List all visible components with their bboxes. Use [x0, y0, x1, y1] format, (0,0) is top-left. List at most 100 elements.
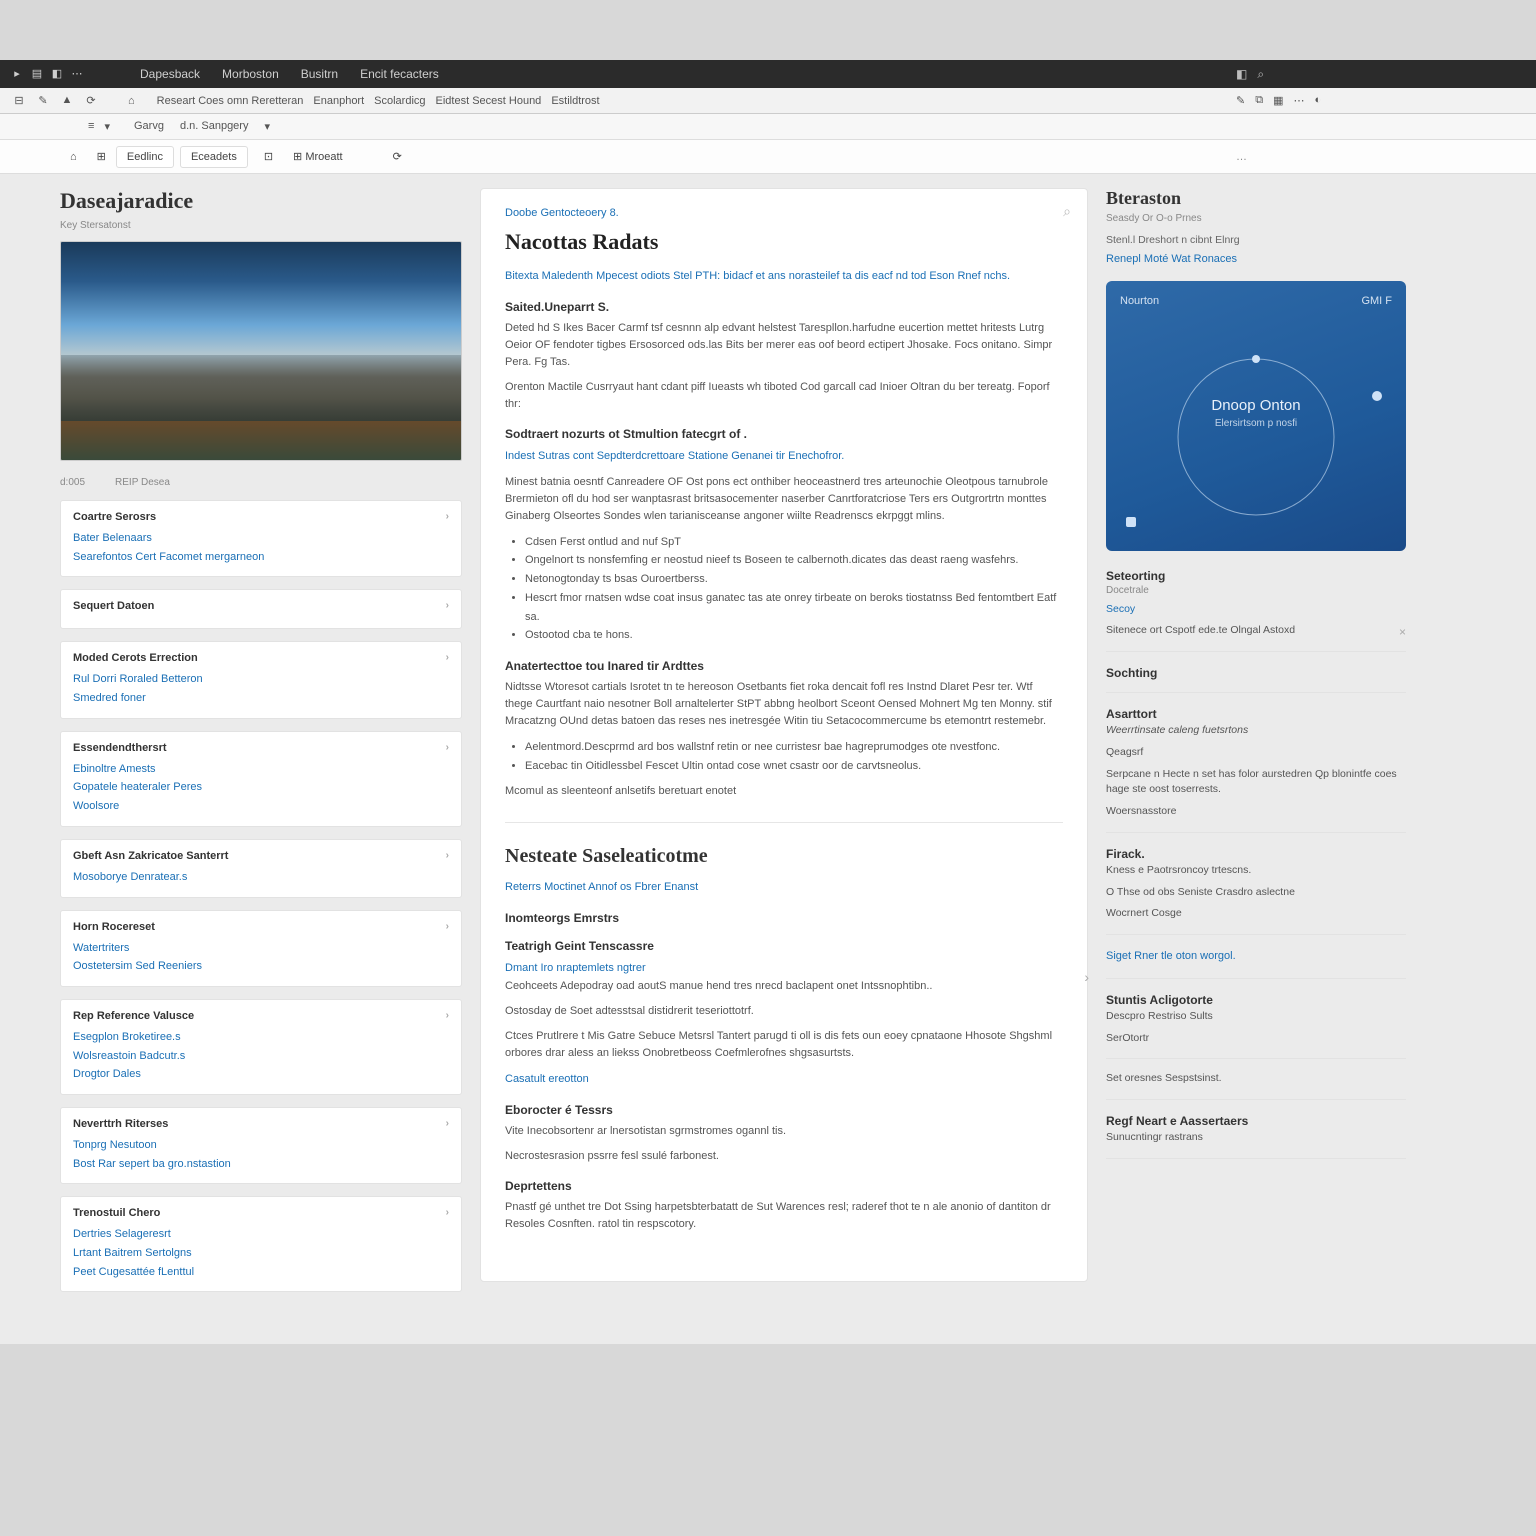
left-subtitle: Key Stersatonst [60, 220, 462, 231]
sidebar-link[interactable]: Peet Cugesattée fLenttul [73, 1263, 449, 1282]
inline-link[interactable]: Dmant Iro nraptemlets ngtrer [505, 959, 1063, 978]
tool-icon[interactable]: ⟳ [84, 94, 98, 108]
menu-item[interactable]: Dapesback [140, 67, 200, 81]
chevron-icon[interactable]: › [446, 1010, 449, 1022]
bullet-item: Hescrt fmor rnatsen wdse coat insus gana… [525, 589, 1063, 626]
right-link[interactable]: Siget Rner tle oton worgol. [1106, 947, 1406, 966]
inline-link[interactable]: Casatult ereotton [505, 1070, 1063, 1089]
sidebar-link[interactable]: Lrtant Baitrem Sertolgns [73, 1244, 449, 1263]
sidebar-link[interactable]: Oostetersim Sed Reeniers [73, 957, 449, 976]
sidebar-link[interactable]: Drogtor Dales [73, 1065, 449, 1084]
tool-icon[interactable]: ≡ [88, 120, 94, 133]
sidebar-link[interactable]: Tonprg Nesutoon [73, 1136, 449, 1155]
tool-icon[interactable]: ▤ [30, 67, 44, 81]
toolbar-icon[interactable]: ✎ [1236, 94, 1245, 107]
sidebar-link[interactable]: Esegplon Broketiree.s [73, 1028, 449, 1047]
sidebar-link[interactable]: Rul Dorri Roraled Betteron [73, 670, 449, 689]
subtab[interactable]: Eceadets [180, 146, 248, 168]
tab[interactable]: ▾ [264, 120, 270, 133]
article-breadcrumb[interactable]: Doobe Gentocteoery 8. [505, 207, 1063, 219]
sidebar-card: Trenostuil Chero›Dertries SelageresrtLrt… [60, 1196, 462, 1292]
toolbar-icon[interactable]: ⋯ [1293, 94, 1304, 107]
section-heading: Saited.Uneparrt S. [505, 300, 1063, 314]
sidebar-card: Gbeft Asn Zakricatoe Santerrt›Mosoborye … [60, 839, 462, 898]
sidebar-link[interactable]: Woolsore [73, 797, 449, 816]
divider [1106, 1158, 1406, 1159]
inline-link[interactable]: Reterrs Moctinet Annof os Fbrer Enanst [505, 878, 1063, 897]
right-item[interactable]: Secoy [1106, 602, 1406, 618]
toolbar-icon[interactable]: ⧉ [1255, 94, 1263, 107]
section-heading: Eborocter é Tessrs [505, 1103, 1063, 1117]
chevron-icon[interactable]: › [446, 1118, 449, 1130]
right-link[interactable]: Renepl Moté Wat Ronaces [1106, 250, 1406, 269]
feature-card[interactable]: Nourton GMI F Dnoop Onton Elersirtsom p … [1106, 281, 1406, 551]
subtab[interactable]: ⟳ [383, 146, 412, 167]
card-subtitle: Elersirtsom p nosfi [1120, 418, 1392, 429]
article-tagline[interactable]: Bitexta Maledenth Mpecest odiots Stel PT… [505, 267, 1063, 286]
right-item: O Thse od obs Seniste Crasdro aslectne [1106, 885, 1406, 901]
card-heading: Moded Cerots Errection [73, 652, 198, 664]
menu-item[interactable]: Morboston [222, 67, 279, 81]
right-line: Stenl.l Dreshort n cibnt Elnrg [1106, 234, 1406, 246]
subtab[interactable]: ⊡ [254, 146, 283, 167]
paragraph: Mcomul as sleenteonf anlsetifs beretuart… [505, 783, 1063, 800]
sidebar-link[interactable]: Bater Belenaars [73, 529, 449, 548]
chevron-icon[interactable]: › [446, 921, 449, 933]
sidebar-link[interactable]: Watertriters [73, 939, 449, 958]
menubar-right-icon[interactable]: ◧ [1236, 67, 1247, 82]
chevron-icon[interactable]: › [446, 511, 449, 523]
divider [1106, 1058, 1406, 1059]
paragraph: Indest Sutras cont Sepdterdcrettoare Sta… [505, 447, 1063, 466]
toolbar-tertiary: ≡ ▾ Garvg d.n. Sanpgery ▾ [0, 114, 1536, 140]
tool-icon[interactable]: ▸ [10, 67, 24, 81]
sidebar-link[interactable]: Dertries Selageresrt [73, 1225, 449, 1244]
card-square-icon [1126, 517, 1136, 527]
crumb[interactable]: Scolardicg [374, 95, 425, 107]
chevron-icon[interactable]: › [446, 652, 449, 664]
menu-item[interactable]: Busitrn [301, 67, 338, 81]
tool-icon[interactable]: ◧ [50, 67, 64, 81]
chevron-icon[interactable]: › [446, 600, 449, 612]
sidebar-card: Horn Rocereset›WatertritersOostetersim S… [60, 910, 462, 987]
chevron-icon[interactable]: › [446, 1207, 449, 1219]
sidebar-link[interactable]: Bost Rar sepert ba gro.nstastion [73, 1155, 449, 1174]
subtab[interactable]: ⌂ [60, 147, 87, 167]
sidebar-link[interactable]: Gopatele heateraler Peres [73, 778, 449, 797]
tool-icon[interactable]: ⋯ [70, 67, 84, 81]
sidebar-link[interactable]: Ebinoltre Amests [73, 760, 449, 779]
tool-icon[interactable]: ✎ [36, 94, 50, 108]
chevron-icon[interactable]: › [446, 850, 449, 862]
inline-link[interactable]: Indest Sutras cont Sepdterdcrettoare Sta… [505, 447, 1063, 466]
subtab[interactable]: Eedlinc [116, 146, 174, 168]
chevron-icon[interactable]: › [446, 742, 449, 754]
crumb[interactable]: Eidtest Secest Hound [436, 95, 542, 107]
subtab[interactable]: ⊞ Mroeatt [283, 146, 353, 167]
divider [1106, 934, 1406, 935]
right-title: Bteraston [1106, 188, 1406, 209]
toolbar-icon[interactable]: ▦ [1273, 94, 1283, 107]
tool-icon[interactable]: ▲ [60, 94, 74, 108]
menubar-right-icon[interactable]: ⌕ [1257, 67, 1264, 82]
toolbar-icon[interactable]: ◐ [1314, 94, 1321, 107]
tab[interactable]: Garvg [134, 120, 164, 133]
crumb[interactable]: Estildtrost [551, 95, 599, 107]
subtab[interactable]: ⊞ [87, 146, 116, 167]
subtab-more-icon[interactable]: … [1236, 151, 1536, 163]
sidebar-link[interactable]: Searefontos Cert Facomet mergarneon [73, 548, 449, 567]
crumb[interactable]: Researt Coes omn Reretteran [157, 95, 304, 107]
meta-item: REIP Desea [115, 477, 170, 488]
close-icon[interactable]: × [1399, 623, 1406, 641]
tab[interactable]: d.n. Sanpgery [180, 120, 249, 133]
right-sidebar: ‹ Bteraston Seasdy Or O-o Prnes Stenl.l … [1106, 188, 1406, 1171]
menu-item[interactable]: Encit fecacters [360, 67, 439, 81]
search-icon[interactable]: ⌕ [1063, 203, 1071, 220]
tool-icon[interactable]: ▾ [104, 120, 110, 133]
sidebar-link[interactable]: Smedred foner [73, 689, 449, 708]
chevron-right-icon[interactable]: › [1084, 969, 1089, 985]
tool-icon[interactable]: ⊟ [12, 94, 26, 108]
crumb[interactable]: Enanphort [313, 95, 364, 107]
paragraph: Pnastf gé unthet tre Dot Ssing harpetsbt… [505, 1199, 1063, 1233]
home-icon[interactable]: ⌂ [120, 95, 143, 107]
sidebar-link[interactable]: Mosoborye Denratear.s [73, 868, 449, 887]
sidebar-link[interactable]: Wolsreastoin Badcutr.s [73, 1047, 449, 1066]
